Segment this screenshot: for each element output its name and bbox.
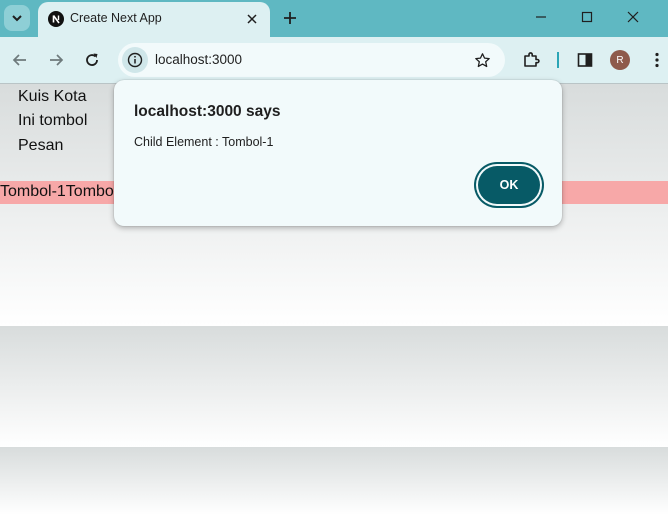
browser-toolbar: localhost:3000 R bbox=[0, 37, 668, 84]
tab-search-button[interactable] bbox=[4, 5, 30, 31]
forward-button[interactable] bbox=[44, 48, 68, 72]
page-background-band bbox=[0, 447, 668, 515]
browser-menu-button[interactable] bbox=[645, 48, 668, 72]
page-heading: Kuis Kota bbox=[18, 88, 87, 105]
extensions-icon bbox=[524, 52, 540, 67]
button-row-text[interactable]: Tombol-1Tombol-2 bbox=[0, 183, 132, 201]
back-button[interactable] bbox=[8, 48, 32, 72]
tab-title: Create Next App bbox=[70, 11, 162, 25]
window-close-button[interactable] bbox=[610, 0, 656, 34]
alert-dialog: localhost:3000 says Child Element : Tomb… bbox=[114, 80, 562, 226]
kebab-menu-icon bbox=[655, 52, 659, 68]
side-panel-icon bbox=[577, 53, 593, 67]
url-text[interactable]: localhost:3000 bbox=[155, 52, 242, 67]
minimize-button[interactable] bbox=[518, 0, 564, 34]
minimize-icon bbox=[536, 16, 546, 18]
nextjs-favicon-icon bbox=[48, 11, 64, 27]
toolbar-separator bbox=[557, 52, 559, 68]
extensions-button[interactable] bbox=[519, 48, 543, 72]
maximize-button[interactable] bbox=[564, 0, 610, 34]
page-subtitle: Ini tombol bbox=[18, 112, 88, 129]
close-icon bbox=[247, 14, 257, 24]
forward-arrow-icon bbox=[50, 54, 64, 66]
window-close-icon bbox=[627, 11, 639, 23]
active-tab[interactable]: Create Next App bbox=[38, 2, 270, 37]
page-background-band bbox=[0, 326, 668, 447]
side-panel-button[interactable] bbox=[573, 48, 597, 72]
chevron-down-icon bbox=[12, 15, 22, 22]
new-tab-icon bbox=[284, 12, 296, 24]
back-arrow-icon bbox=[12, 54, 26, 66]
reload-icon bbox=[86, 53, 98, 66]
dialog-message: Child Element : Tombol-1 bbox=[134, 135, 274, 149]
page-message-label: Pesan bbox=[18, 137, 64, 154]
tab-strip: Create Next App bbox=[0, 0, 668, 37]
tab-close-button[interactable] bbox=[242, 9, 262, 29]
address-bar[interactable]: localhost:3000 bbox=[118, 43, 505, 77]
bookmark-star-icon bbox=[474, 52, 490, 67]
site-info-icon bbox=[127, 52, 143, 68]
ok-button[interactable]: OK bbox=[478, 166, 540, 204]
maximize-icon bbox=[581, 11, 593, 23]
dialog-title: localhost:3000 says bbox=[134, 103, 281, 120]
new-tab-button[interactable] bbox=[278, 6, 302, 30]
site-info-button[interactable] bbox=[122, 47, 148, 73]
profile-avatar[interactable]: R bbox=[610, 50, 630, 70]
bookmark-button[interactable] bbox=[473, 51, 491, 69]
reload-button[interactable] bbox=[80, 48, 104, 72]
